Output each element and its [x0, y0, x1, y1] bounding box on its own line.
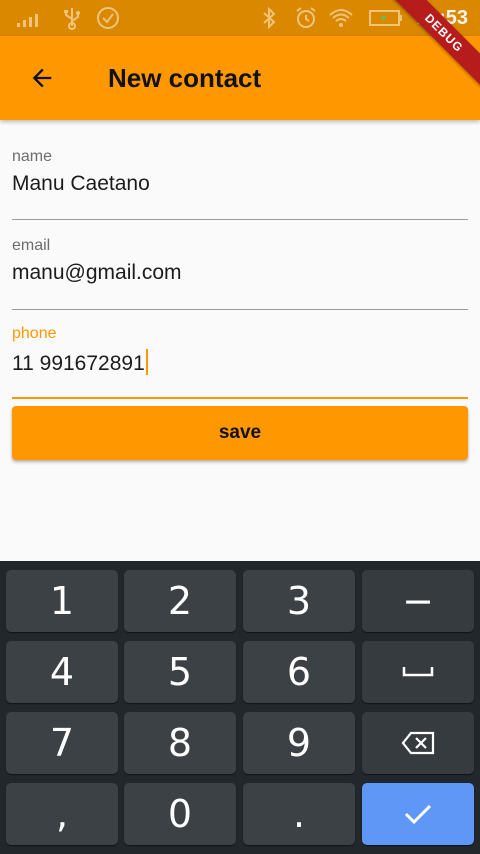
status-bar: 12:53 — [0, 0, 480, 36]
status-time: 12:53 — [416, 7, 468, 29]
numeric-keyboard: 1 2 3 − 4 5 6 7 8 9 , 0 . — [0, 561, 480, 854]
back-button[interactable] — [18, 54, 66, 102]
key-2[interactable]: 2 — [124, 570, 236, 632]
app-bar: New contact — [0, 36, 480, 120]
name-underline — [12, 219, 468, 220]
key-4[interactable]: 4 — [6, 641, 118, 703]
signal-icon — [14, 0, 44, 36]
bluetooth-icon — [256, 0, 282, 36]
key-1[interactable]: 1 — [6, 570, 118, 632]
arrow-back-icon — [32, 68, 52, 88]
email-label: email — [12, 237, 51, 254]
email-underline — [12, 309, 468, 310]
phone-label: phone — [12, 325, 57, 342]
alarm-icon — [292, 0, 320, 36]
page-title: New contact — [108, 63, 262, 93]
text-cursor — [145, 349, 148, 375]
key-8[interactable]: 8 — [124, 712, 236, 774]
save-button[interactable]: save — [12, 406, 468, 460]
usb-icon — [58, 0, 86, 36]
name-field[interactable]: name Manu Caetano — [12, 148, 468, 220]
name-label: name — [12, 148, 53, 165]
backspace-icon — [401, 731, 435, 755]
key-9[interactable]: 9 — [243, 712, 355, 774]
key-7[interactable]: 7 — [6, 712, 118, 774]
phone-underline — [12, 397, 468, 399]
name-input[interactable]: Manu Caetano — [12, 172, 468, 196]
key-backspace[interactable] — [362, 712, 474, 774]
key-3[interactable]: 3 — [243, 570, 355, 632]
space-icon — [402, 667, 434, 677]
email-field[interactable]: email manu@gmail.com — [12, 237, 468, 310]
email-input[interactable]: manu@gmail.com — [12, 261, 468, 285]
phone-input[interactable]: 11 991672891 — [12, 349, 468, 376]
key-period[interactable]: . — [243, 783, 355, 845]
key-done[interactable] — [362, 783, 474, 845]
battery-icon — [368, 0, 404, 36]
key-minus[interactable]: − — [362, 570, 474, 632]
check-icon — [404, 804, 432, 825]
key-6[interactable]: 6 — [243, 641, 355, 703]
key-0[interactable]: 0 — [124, 783, 236, 845]
key-comma[interactable]: , — [6, 783, 118, 845]
check-circle-icon — [94, 0, 122, 36]
key-space[interactable] — [362, 641, 474, 703]
key-5[interactable]: 5 — [124, 641, 236, 703]
phone-value: 11 991672891 — [12, 352, 145, 375]
wifi-icon — [326, 0, 356, 36]
phone-field[interactable]: phone 11 991672891 — [12, 325, 468, 399]
